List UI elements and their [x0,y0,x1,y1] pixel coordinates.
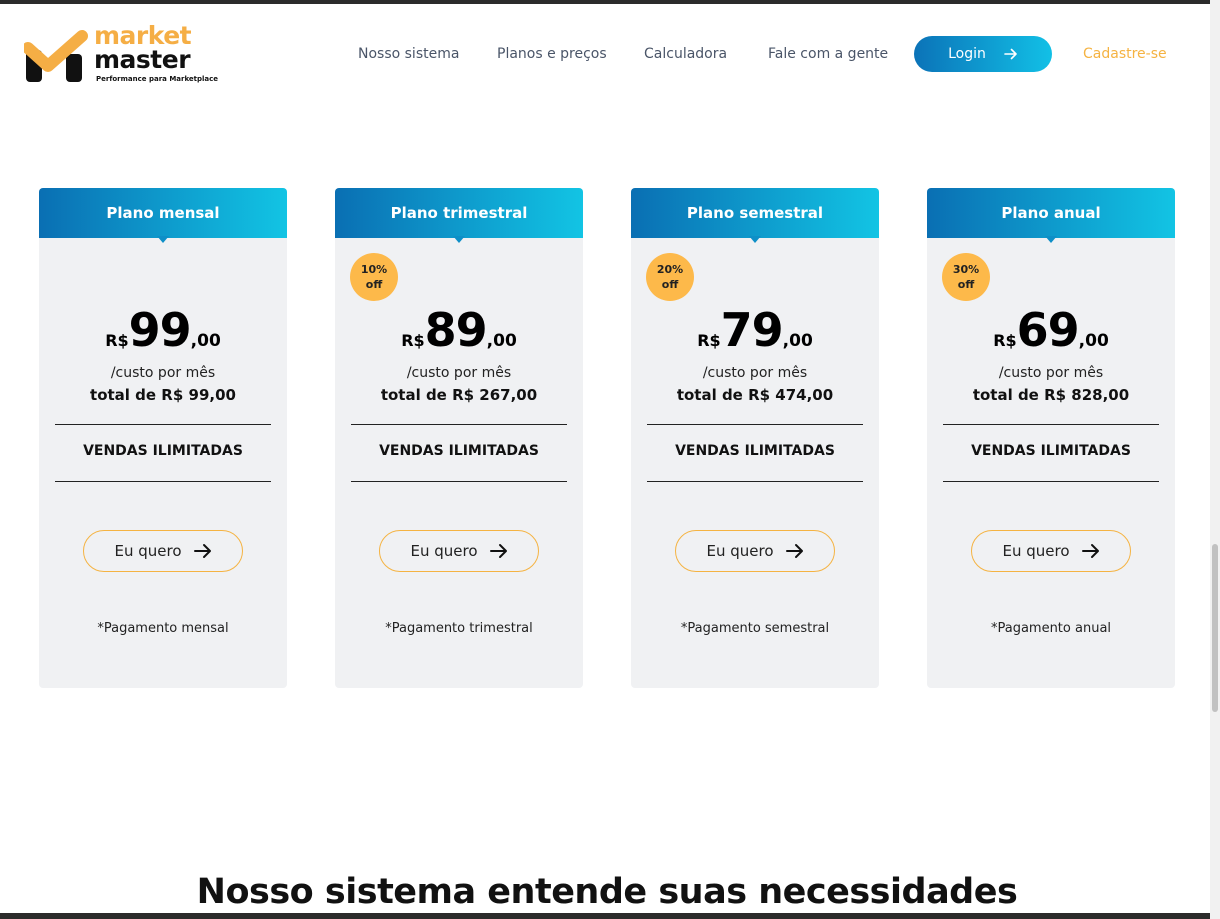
plan-title: Plano anual [927,188,1175,238]
plan-card-mensal: Plano mensal R$99,00 /custo por mês tota… [39,188,287,688]
divider [943,481,1159,482]
payment-note: *Pagamento mensal [97,621,229,636]
cta-label: Eu quero [410,542,478,560]
plan-card-trimestral: Plano trimestral 10% off R$89,00 /custo p… [335,188,583,688]
price-currency: R$ [401,331,425,350]
payment-note: *Pagamento semestral [680,621,830,636]
divider [647,424,863,425]
price-amount: 89 [424,303,488,357]
divider [55,424,271,425]
login-label: Login [948,46,986,62]
discount-percent: 20% [656,263,684,276]
signup-link[interactable]: Cadastre-se [1083,45,1167,63]
price-cents: ,00 [190,331,221,351]
card-head-pointer [453,236,465,243]
price-amount: 99 [128,303,192,357]
price-cents: ,00 [782,331,813,351]
plan-feature: VENDAS ILIMITADAS [971,443,1131,459]
plan-price: R$89,00 [335,302,583,358]
nav-nosso-sistema[interactable]: Nosso sistema [358,45,459,63]
eu-quero-button[interactable]: Eu quero [379,530,539,572]
logo-word-master: master [94,45,191,74]
arrow-right-icon [1081,544,1099,558]
nav-fale-com-a-gente[interactable]: Fale com a gente [768,45,888,63]
window-top-edge [0,0,1220,4]
arrow-right-icon [785,544,803,558]
price-period: /custo por mês [110,365,216,381]
plan-card-anual: Plano anual 30% off R$69,00 /custo por mê… [927,188,1175,688]
plan-price: R$69,00 [927,302,1175,358]
payment-note: *Pagamento anual [990,621,1112,636]
discount-badge: 10% off [350,253,398,301]
price-cents: ,00 [1078,331,1109,351]
logo[interactable]: market master Performance para Marketpla… [24,22,218,86]
plan-price: R$79,00 [631,302,879,358]
divider [351,481,567,482]
login-button[interactable]: Login [914,36,1052,72]
plan-feature: VENDAS ILIMITADAS [675,443,835,459]
plan-title: Plano semestral [631,188,879,238]
divider [55,481,271,482]
card-head-pointer [157,236,169,243]
price-amount: 69 [1016,303,1080,357]
payment-note: *Pagamento trimestral [385,621,533,636]
plan-feature: VENDAS ILIMITADAS [83,443,243,459]
plan-title: Plano trimestral [335,188,583,238]
arrow-right-icon [489,544,507,558]
discount-badge: 20% off [646,253,694,301]
window-bottom-edge [0,913,1220,919]
price-total: total de R$ 267,00 [380,386,538,404]
price-total: total de R$ 828,00 [972,386,1130,404]
discount-off: off [661,278,679,291]
nav-calculadora[interactable]: Calculadora [644,45,727,63]
card-head-pointer [1045,236,1057,243]
logo-mark-icon [24,30,88,82]
logo-tagline: Performance para Marketplace [96,75,219,83]
divider [647,481,863,482]
plan-feature: VENDAS ILIMITADAS [379,443,539,459]
price-total: total de R$ 474,00 [676,386,834,404]
cta-label: Eu quero [114,542,182,560]
eu-quero-button[interactable]: Eu quero [675,530,835,572]
eu-quero-button[interactable]: Eu quero [83,530,243,572]
discount-percent: 30% [952,263,980,276]
plan-card-semestral: Plano semestral 20% off R$79,00 /custo po… [631,188,879,688]
price-amount: 79 [720,303,784,357]
nav-planos-e-precos[interactable]: Planos e preços [497,45,607,63]
scrollbar-track[interactable] [1210,0,1220,919]
eu-quero-button[interactable]: Eu quero [971,530,1131,572]
cta-label: Eu quero [706,542,774,560]
section-heading: Nosso sistema entende suas necessidades [196,872,1018,912]
discount-off: off [365,278,383,291]
discount-badge: 30% off [942,253,990,301]
price-currency: R$ [993,331,1017,350]
divider [943,424,1159,425]
plan-price: R$99,00 [39,302,287,358]
arrow-right-icon [1004,48,1017,60]
discount-percent: 10% [360,263,388,276]
cta-label: Eu quero [1002,542,1070,560]
discount-off: off [957,278,975,291]
card-head-pointer [749,236,761,243]
arrow-right-icon [193,544,211,558]
plan-title: Plano mensal [39,188,287,238]
price-cents: ,00 [486,331,517,351]
scrollbar-thumb[interactable] [1212,544,1218,712]
price-currency: R$ [105,331,129,350]
divider [351,424,567,425]
price-period: /custo por mês [702,365,808,381]
price-period: /custo por mês [406,365,512,381]
price-total: total de R$ 99,00 [90,386,236,404]
price-currency: R$ [697,331,721,350]
price-period: /custo por mês [998,365,1104,381]
